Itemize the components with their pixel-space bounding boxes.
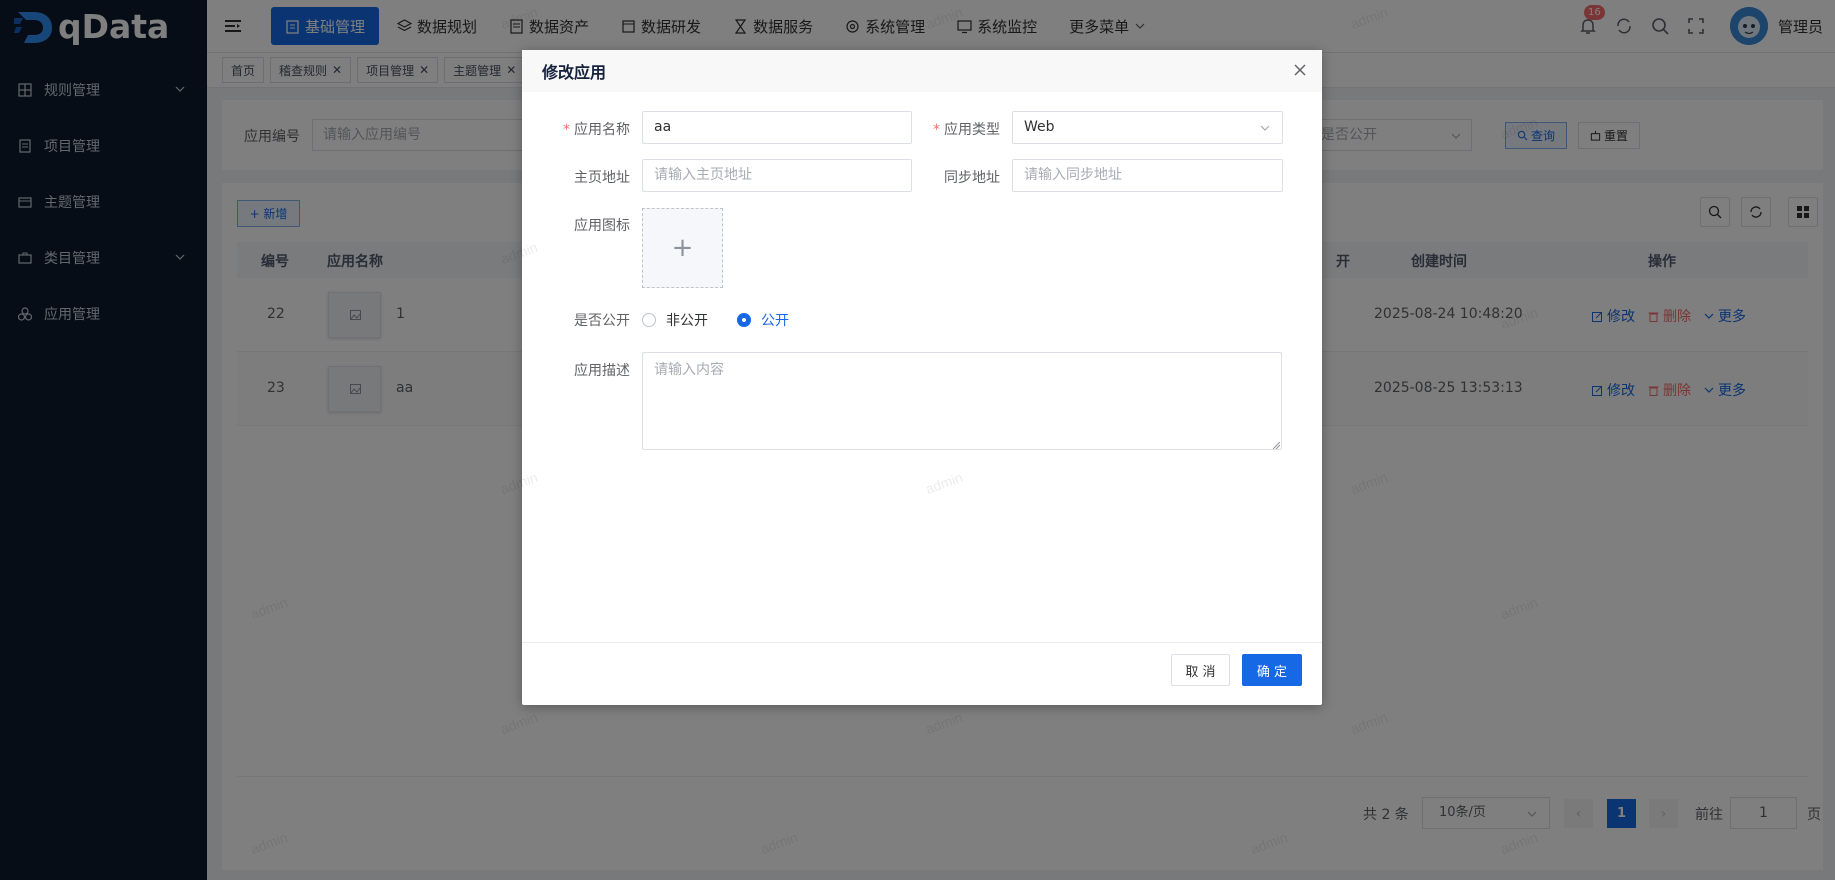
resize-handle-icon[interactable] [1273,442,1280,449]
edit-app-dialog: 修改应用 * 应用名称 aa * 应用类型 Web 主页地址 请输入主页地址 同步地… [522,50,1322,705]
dialog-title: 修改应用 [542,63,607,82]
dialog-footer: 取 消 确 定 [522,642,1322,705]
app-name-label-text: 应用名称 [574,122,630,138]
app-icon-label: 应用图标 [574,218,630,234]
app-type-label: * 应用类型 [933,122,1000,138]
chevron-down-icon [1260,125,1270,131]
sync-url-input[interactable]: 请输入同步地址 [1012,159,1283,192]
public-label: 是否公开 [574,313,630,329]
cancel-button[interactable]: 取 消 [1171,654,1230,686]
radio-checked-icon [737,313,751,327]
radio-private-label: 非公开 [666,313,708,329]
sync-url-label: 同步地址 [944,170,1000,186]
app-name-label: * 应用名称 [563,122,630,138]
app-type-label-text: 应用类型 [944,122,1000,138]
plus-icon: + [671,233,694,263]
radio-private[interactable]: 非公开 [642,310,708,330]
icon-upload-button[interactable]: + [642,208,723,288]
radio-public[interactable]: 公开 [737,310,789,330]
description-label: 应用描述 [574,363,630,379]
app-type-value: Web [1024,119,1055,135]
app-name-input[interactable]: aa [642,111,912,144]
app-type-select[interactable]: Web [1012,111,1283,144]
radio-public-label: 公开 [761,313,789,329]
confirm-button[interactable]: 确 定 [1242,654,1302,686]
homepage-label: 主页地址 [574,170,630,186]
description-textarea[interactable]: 请输入内容 [642,352,1282,450]
close-icon[interactable] [1292,62,1308,78]
homepage-input[interactable]: 请输入主页地址 [642,159,912,192]
dialog-header: 修改应用 [522,50,1322,92]
radio-circle-icon [642,313,656,327]
